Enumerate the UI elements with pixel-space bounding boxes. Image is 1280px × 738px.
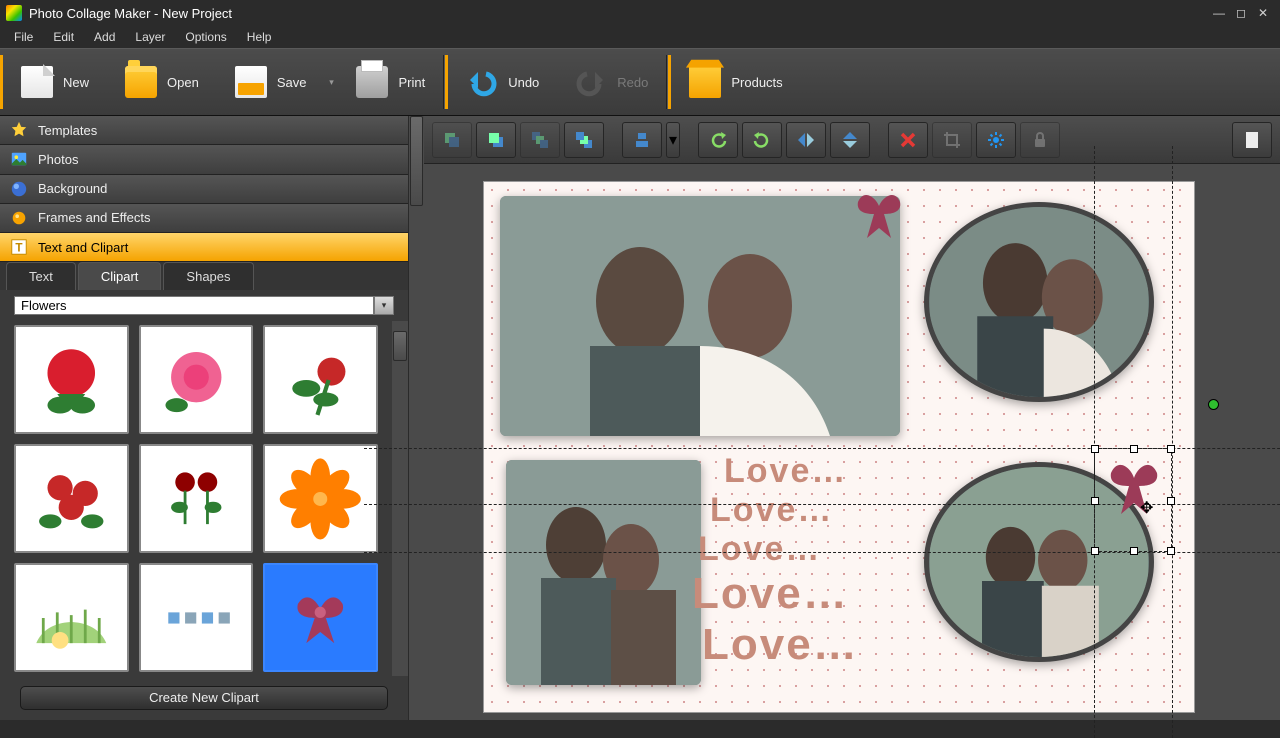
photo-left-bottom[interactable] — [506, 460, 701, 685]
save-dropdown[interactable]: ▾ — [324, 49, 338, 115]
new-button[interactable]: New — [3, 49, 107, 115]
lock-button[interactable] — [1020, 122, 1060, 158]
clipart-tabs: Text Clipart Shapes — [0, 262, 408, 290]
chevron-down-icon[interactable]: ▾ — [374, 296, 394, 315]
move-cursor-icon: ✥ — [1140, 498, 1153, 518]
section-photos[interactable]: Photos — [0, 145, 408, 174]
bring-front-button[interactable] — [520, 122, 560, 158]
photo-main[interactable] — [500, 196, 900, 436]
clipart-thumb[interactable] — [139, 563, 254, 672]
section-label: Frames and Effects — [38, 210, 150, 225]
page-button[interactable] — [1232, 122, 1272, 158]
window-title: Photo Collage Maker - New Project — [29, 6, 232, 21]
close-button[interactable]: ✕ — [1252, 4, 1274, 22]
rotate-right-button[interactable] — [742, 122, 782, 158]
canvas-area: ▾ — [424, 116, 1280, 720]
svg-text:T: T — [15, 242, 23, 255]
send-back-button[interactable] — [564, 122, 604, 158]
products-button[interactable]: Products — [671, 49, 800, 115]
titlebar: Photo Collage Maker - New Project — ◻ ✕ — [0, 0, 1280, 26]
crop-button[interactable] — [932, 122, 972, 158]
grid-scrollbar[interactable] — [392, 321, 408, 676]
ribbon-top-icon[interactable] — [844, 182, 914, 252]
save-button[interactable]: Save — [217, 49, 325, 115]
guide-vertical — [1172, 146, 1173, 738]
menu-file[interactable]: File — [4, 27, 43, 47]
flip-vertical-button[interactable] — [830, 122, 870, 158]
rotate-handle[interactable] — [1208, 399, 1219, 410]
open-icon — [125, 66, 157, 98]
category-input[interactable] — [14, 296, 374, 315]
section-label: Photos — [38, 152, 78, 167]
bring-forward-button[interactable] — [432, 122, 472, 158]
undo-icon — [466, 66, 498, 98]
love-text[interactable]: Love… Love… Love… Love… Love… — [724, 452, 859, 670]
text-icon: T — [10, 238, 28, 256]
undo-button[interactable]: Undo — [448, 49, 557, 115]
section-label: Templates — [38, 123, 97, 138]
maximize-button[interactable]: ◻ — [1230, 4, 1252, 22]
star-icon — [10, 121, 28, 139]
section-label: Background — [38, 181, 107, 196]
create-clipart-button[interactable]: Create New Clipart — [20, 686, 388, 710]
section-templates[interactable]: Templates — [0, 116, 408, 145]
menu-edit[interactable]: Edit — [43, 27, 84, 47]
align-center-button[interactable] — [622, 122, 662, 158]
selection-box[interactable] — [1094, 448, 1172, 552]
tab-clipart[interactable]: Clipart — [78, 262, 162, 290]
rotate-left-button[interactable] — [698, 122, 738, 158]
menu-options[interactable]: Options — [175, 27, 236, 47]
open-button[interactable]: Open — [107, 49, 217, 115]
main-toolbar: New Open Save ▾ Print Undo Redo Products — [0, 48, 1280, 116]
background-icon — [10, 180, 28, 198]
clipart-thumb[interactable] — [263, 325, 378, 434]
redo-icon — [575, 66, 607, 98]
section-label: Text and Clipart — [38, 240, 128, 255]
photo-circle-top[interactable] — [924, 202, 1154, 402]
print-button[interactable]: Print — [338, 49, 443, 115]
settings-button[interactable] — [976, 122, 1016, 158]
align-dropdown[interactable]: ▾ — [666, 122, 680, 158]
menu-help[interactable]: Help — [237, 27, 282, 47]
menu-add[interactable]: Add — [84, 27, 125, 47]
new-icon — [21, 66, 53, 98]
send-backward-button[interactable] — [476, 122, 516, 158]
tab-shapes[interactable]: Shapes — [163, 262, 253, 290]
minimize-button[interactable]: — — [1208, 4, 1230, 22]
sidebar-scrollbar[interactable] — [408, 116, 424, 720]
clipart-thumb[interactable] — [139, 444, 254, 553]
section-frames[interactable]: Frames and Effects — [0, 204, 408, 233]
clipart-thumb[interactable] — [139, 325, 254, 434]
clipart-thumb-selected[interactable] — [263, 563, 378, 672]
products-icon — [689, 66, 721, 98]
save-icon — [235, 66, 267, 98]
category-combo[interactable]: ▾ — [14, 296, 394, 315]
section-background[interactable]: Background — [0, 175, 408, 204]
clipart-thumb[interactable] — [263, 444, 378, 553]
frames-icon — [10, 209, 28, 227]
section-text-clipart[interactable]: T Text and Clipart — [0, 233, 408, 262]
sidebar: Templates Photos Background Frames and E… — [0, 116, 424, 720]
redo-button[interactable]: Redo — [557, 49, 666, 115]
menu-layer[interactable]: Layer — [125, 27, 175, 47]
delete-button[interactable] — [888, 122, 928, 158]
photos-icon — [10, 150, 28, 168]
clipart-thumb[interactable] — [14, 563, 129, 672]
flip-horizontal-button[interactable] — [786, 122, 826, 158]
canvas-toolbar: ▾ — [424, 116, 1280, 164]
collage-page[interactable]: Love… Love… Love… Love… Love… — [484, 182, 1194, 712]
tab-text[interactable]: Text — [6, 262, 76, 290]
print-icon — [356, 66, 388, 98]
clipart-thumb[interactable] — [14, 444, 129, 553]
app-icon — [6, 5, 22, 21]
guide-vertical — [1094, 146, 1095, 738]
canvas[interactable]: Love… Love… Love… Love… Love… — [424, 164, 1280, 720]
clipart-thumb[interactable] — [14, 325, 129, 434]
menubar: File Edit Add Layer Options Help — [0, 26, 1280, 48]
clipart-grid — [0, 321, 392, 676]
